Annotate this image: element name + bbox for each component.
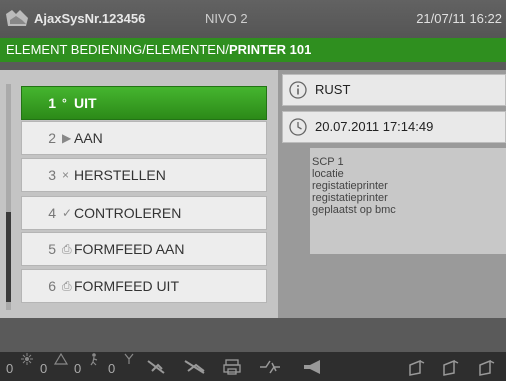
- state-row: RUST: [282, 74, 506, 106]
- counter-value: 0: [6, 361, 14, 376]
- counter-value: 0: [108, 361, 116, 376]
- menu-item-label: UIT: [74, 95, 97, 111]
- breadcrumb-current: PRINTER 101: [228, 42, 312, 57]
- menu-scrollbar[interactable]: [6, 84, 11, 310]
- menu-item-number: 6: [48, 278, 56, 294]
- menu-item-uit[interactable]: 1 ° UIT: [21, 86, 267, 120]
- info-icon: [289, 81, 307, 99]
- menu-item-number: 3: [48, 167, 56, 183]
- menu-item-formfeed-uit[interactable]: 6 ⎙ FORMFEED UIT: [21, 269, 267, 303]
- disabled-detector-icon[interactable]: [144, 357, 168, 377]
- disabled-zone-icon[interactable]: [182, 357, 208, 377]
- description-line: registatieprinter: [312, 180, 388, 192]
- state-value: RUST: [315, 82, 351, 97]
- menu-item-number: 4: [48, 205, 56, 221]
- person-alarm-icon: [90, 353, 98, 366]
- menu-item-label: AAN: [74, 130, 103, 146]
- menu-item-number: 2: [48, 130, 56, 146]
- menu-item-controleren[interactable]: 4 ✓ CONTROLEREN: [21, 196, 267, 230]
- menu-item-number: 1: [48, 95, 56, 111]
- counter-value: 0: [40, 361, 48, 376]
- horn-icon[interactable]: [300, 357, 324, 377]
- clock-icon: [289, 118, 307, 136]
- printer-icon[interactable]: [222, 357, 242, 377]
- menu-item-label: HERSTELLEN: [74, 167, 166, 183]
- element-description: SCP 1 locatie registatieprinter registat…: [310, 148, 506, 254]
- menu-item-aan[interactable]: 2 ▶ AAN: [21, 121, 267, 155]
- system-logo-icon: [6, 10, 28, 26]
- bypass-icon[interactable]: [258, 357, 282, 377]
- door-icon-2[interactable]: [438, 357, 462, 377]
- fire-alarm-icon: [21, 353, 33, 365]
- date-time: 21/07/11 16:22: [416, 11, 502, 26]
- menu-item-label: FORMFEED UIT: [74, 278, 179, 294]
- description-line: SCP 1: [312, 156, 344, 168]
- timestamp-row: 20.07.2011 17:14:49: [282, 111, 506, 143]
- door-icon-3[interactable]: [474, 357, 498, 377]
- breadcrumb-path: ELEMENT BEDIENING/ELEMENTEN/: [6, 42, 229, 57]
- door-icon[interactable]: [404, 357, 428, 377]
- breadcrumb: ELEMENT BEDIENING/ELEMENTEN/PRINTER 101: [0, 38, 506, 62]
- description-line: geplaatst op bmc: [312, 204, 396, 216]
- timestamp-value: 20.07.2011 17:14:49: [315, 119, 434, 134]
- description-line: registatieprinter: [312, 192, 388, 204]
- fault-counter[interactable]: 0: [108, 352, 148, 378]
- description-line: locatie: [312, 168, 344, 180]
- menu-item-herstellen[interactable]: 3 × HERSTELLEN: [21, 158, 267, 192]
- menu-item-label: FORMFEED AAN: [74, 241, 185, 257]
- reset-x-icon: ×: [62, 168, 70, 182]
- printer-icon: ⎙: [62, 242, 72, 256]
- menu-item-number: 5: [48, 241, 56, 257]
- top-bar: AjaxSysNr.123456 NIVO 2 21/07/11 16:22: [0, 0, 506, 38]
- check-icon: ✓: [62, 206, 73, 220]
- off-icon: °: [62, 96, 67, 110]
- counter-value: 0: [74, 361, 82, 376]
- warning-triangle-icon: [54, 352, 68, 365]
- printer-icon: ⎙: [62, 279, 72, 293]
- menu-item-formfeed-aan[interactable]: 5 ⎙ FORMFEED AAN: [21, 232, 267, 266]
- system-name: AjaxSysNr.123456: [34, 11, 146, 26]
- fault-icon: [124, 353, 134, 364]
- menu-item-label: CONTROLEREN: [74, 205, 182, 221]
- access-level: NIVO 2: [205, 11, 248, 26]
- play-icon: ▶: [62, 131, 72, 145]
- scrollbar-thumb[interactable]: [6, 212, 11, 302]
